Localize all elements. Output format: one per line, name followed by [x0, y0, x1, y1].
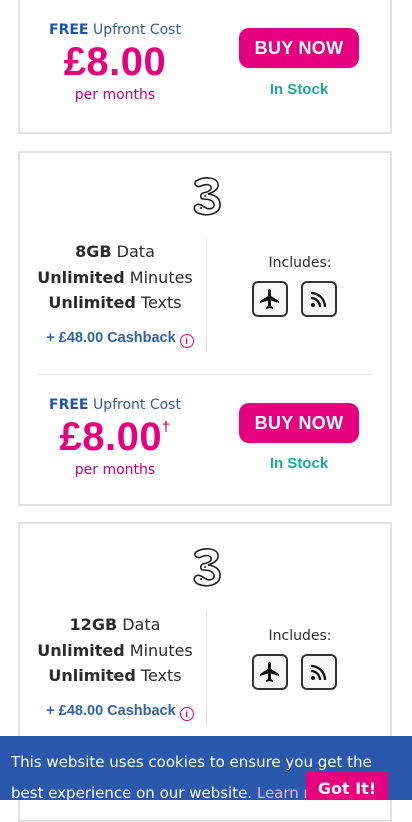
- three-logo-icon: [193, 177, 221, 216]
- stock-status: In Stock: [269, 455, 329, 472]
- offer-card-1: FREE Upfront Cost £8.00 per months BUY N…: [18, 0, 392, 134]
- divider: [206, 612, 207, 724]
- cashback-link[interactable]: + £48.00 Cashback i: [30, 330, 210, 348]
- minutes-allowance: Unlimited Minutes: [37, 640, 193, 660]
- airplane-icon: [252, 281, 288, 317]
- upfront-cost: FREE Upfront Cost: [49, 22, 181, 38]
- data-allowance: 12GB Data: [69, 615, 161, 634]
- cashback-link[interactable]: + £48.00 Cashback i: [30, 703, 210, 721]
- plan-specs: 8GB Data Unlimited Minutes Unlimited Tex…: [30, 239, 200, 316]
- texts-allowance: Unlimited Texts: [48, 666, 182, 685]
- data-allowance: 8GB Data: [75, 242, 155, 261]
- cookie-banner: This website uses cookies to ensure you …: [0, 736, 412, 800]
- price-block: FREE Upfront Cost £8.00† per months: [40, 397, 190, 478]
- plan-specs: 12GB Data Unlimited Minutes Unlimited Te…: [30, 612, 200, 689]
- wifi-icon: [301, 654, 337, 690]
- got-it-button[interactable]: Got It!: [306, 771, 388, 800]
- price: £8.00: [63, 40, 167, 84]
- wifi-icon: [301, 281, 337, 317]
- price-block: FREE Upfront Cost £8.00 per months: [40, 22, 190, 103]
- buy-now-button[interactable]: BUY NOW: [239, 28, 359, 68]
- price-period: per months: [74, 87, 156, 103]
- divider: [206, 239, 207, 351]
- price-period: per months: [74, 462, 156, 478]
- airplane-icon: [252, 654, 288, 690]
- info-icon[interactable]: i: [179, 334, 194, 348]
- minutes-allowance: Unlimited Minutes: [37, 267, 193, 287]
- buy-now-button[interactable]: BUY NOW: [239, 403, 359, 443]
- includes-label: Includes:: [268, 255, 332, 271]
- offer-card-2: 8GB Data Unlimited Minutes Unlimited Tex…: [18, 151, 392, 506]
- includes-label: Includes:: [268, 628, 332, 644]
- three-logo-icon: [193, 548, 221, 587]
- price-footnote-mark: †: [162, 418, 171, 434]
- card-divider: [38, 374, 372, 375]
- upfront-cost: FREE Upfront Cost: [49, 397, 181, 413]
- info-icon[interactable]: i: [179, 707, 194, 721]
- price: £8.00†: [59, 415, 171, 459]
- texts-allowance: Unlimited Texts: [48, 293, 182, 312]
- stock-status: In Stock: [269, 81, 329, 98]
